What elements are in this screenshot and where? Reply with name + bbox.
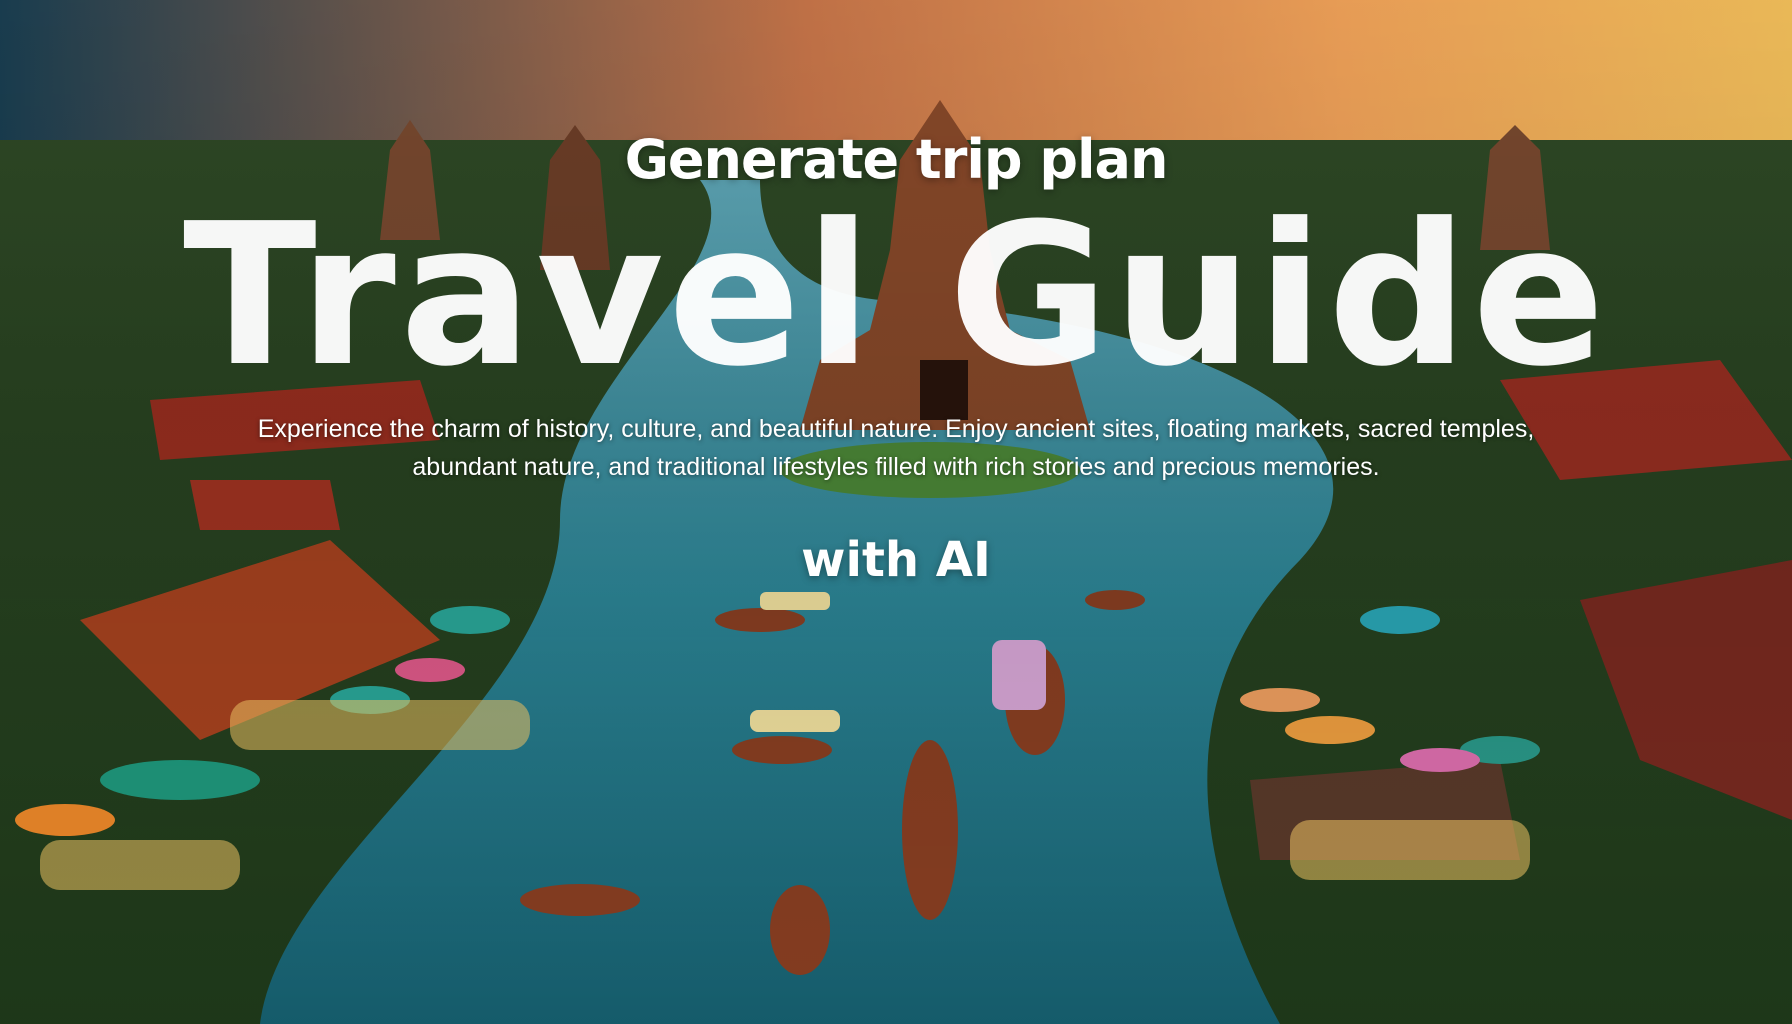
hero-description: Experience the charm of history, culture…	[257, 415, 1535, 481]
hero-content: Generate trip plan Travel Guide Experien…	[0, 0, 1792, 1024]
page-title: Travel Guide	[182, 182, 1610, 410]
hero-tagline: with AI	[801, 532, 991, 588]
hero-section: Generate trip plan Travel Guide Experien…	[0, 0, 1792, 1024]
